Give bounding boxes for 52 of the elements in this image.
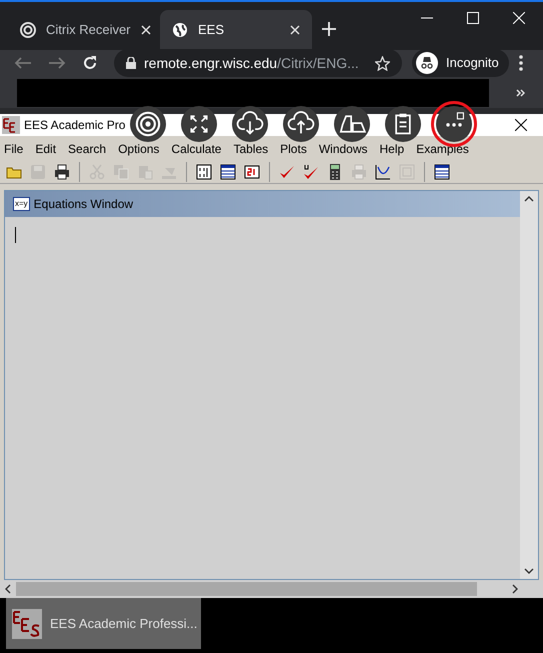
- tab-title: EES: [198, 21, 226, 40]
- star-icon[interactable]: [375, 56, 390, 70]
- printer-icon[interactable]: [54, 164, 70, 180]
- calculator-icon[interactable]: [327, 164, 343, 180]
- forward-icon[interactable]: [48, 56, 66, 70]
- menu-item[interactable]: Tables: [233, 140, 268, 158]
- scroll-left-icon[interactable]: [4, 584, 12, 594]
- table-icon[interactable]: [220, 164, 236, 180]
- chevrons-icon[interactable]: [516, 89, 525, 97]
- window-title: EES Academic Pro: [24, 117, 126, 134]
- menu-item[interactable]: Search: [68, 140, 106, 158]
- window-icon: x=y: [13, 197, 30, 211]
- menu-item[interactable]: Options: [118, 140, 160, 158]
- profile-button[interactable]: Incognito: [412, 49, 509, 77]
- scroll-down-icon[interactable]: [524, 567, 534, 575]
- taskbar-item[interactable]: EES Academic Professi...: [6, 598, 201, 649]
- browser-tab[interactable]: Citrix Receiver: [8, 10, 160, 50]
- browser-tab[interactable]: EES: [160, 10, 312, 50]
- vertical-scrollbar[interactable]: [520, 191, 538, 579]
- reload-icon[interactable]: [82, 55, 98, 71]
- url-text: remote.engr.wisc.edu/Citrix/ENG...: [144, 54, 360, 73]
- address-bar[interactable]: remote.engr.wisc.edu/Citrix/ENG...: [114, 49, 402, 77]
- globe-icon: [172, 22, 188, 38]
- scroll-up-icon[interactable]: [524, 195, 534, 203]
- app-logo-icon: [2, 116, 20, 134]
- menu-item[interactable]: File: [4, 140, 24, 158]
- units-icon[interactable]: [244, 164, 260, 180]
- menu-item[interactable]: Edit: [35, 140, 56, 158]
- variable-grid-icon[interactable]: [196, 164, 212, 180]
- menu-item[interactable]: Plots: [280, 140, 307, 158]
- spiral-icon: [20, 22, 36, 38]
- lock-icon: [126, 57, 136, 69]
- checkmark-icon[interactable]: [279, 164, 295, 180]
- tab-title: Citrix Receiver: [46, 21, 131, 40]
- plus-icon[interactable]: [322, 22, 336, 36]
- app-logo-icon: [12, 608, 42, 638]
- menu-item[interactable]: Windows: [318, 140, 368, 158]
- spy-icon: [416, 52, 438, 74]
- text-cursor: [15, 227, 16, 243]
- plot-icon[interactable]: [375, 164, 391, 180]
- scroll-right-icon[interactable]: [511, 584, 519, 594]
- table-icon[interactable]: [434, 164, 450, 180]
- menu-item[interactable]: Help: [380, 140, 404, 158]
- checkmark-icon[interactable]: [303, 164, 319, 180]
- window-title: Equations Window: [34, 196, 134, 213]
- menu-item[interactable]: Calculate: [171, 140, 222, 158]
- more-icon[interactable]: [518, 55, 523, 71]
- close-icon[interactable]: [515, 119, 527, 131]
- horizontal-scrollbar[interactable]: [0, 580, 543, 598]
- back-icon[interactable]: [14, 56, 32, 70]
- menu-item[interactable]: Examples: [416, 140, 469, 158]
- maximize-icon[interactable]: [467, 12, 479, 24]
